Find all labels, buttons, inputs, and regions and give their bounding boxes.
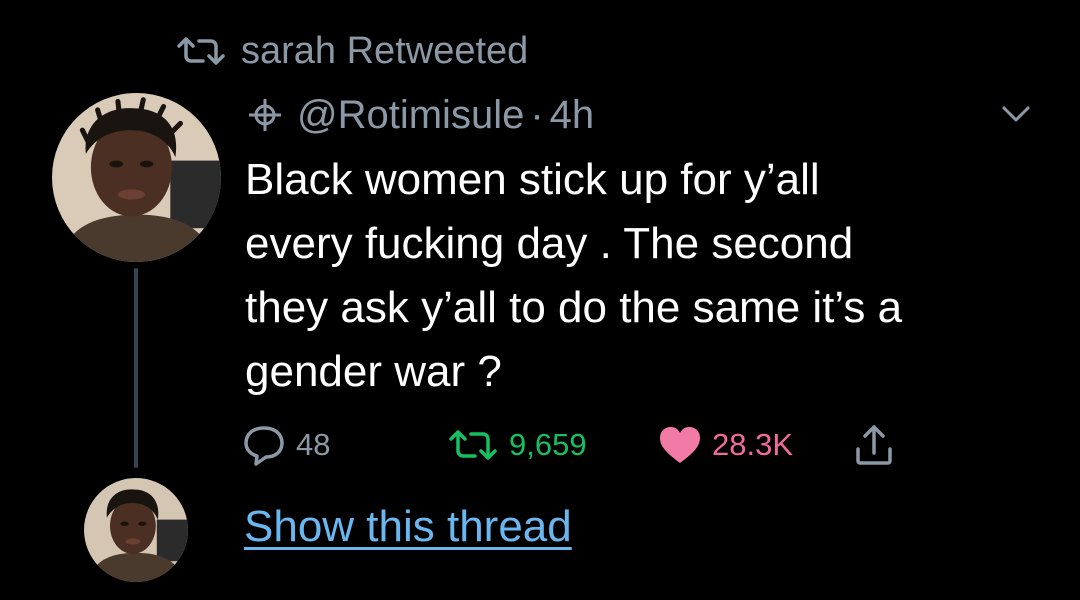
reply-icon — [244, 426, 284, 466]
crosshair-icon — [249, 99, 281, 131]
like-button[interactable]: 28.3K — [658, 420, 793, 470]
share-button[interactable] — [854, 420, 894, 470]
author-handle[interactable]: @Rotimisule — [297, 93, 524, 138]
retweeted-by-label[interactable]: sarah Retweeted — [241, 30, 528, 73]
retweet-icon — [177, 37, 225, 65]
retweet-header: sarah Retweeted — [175, 26, 528, 76]
tweet-actions: 48 9,659 28.3K — [242, 420, 942, 470]
tweet-timestamp[interactable]: 4h — [550, 93, 595, 138]
meta-separator: · — [530, 92, 544, 137]
share-icon — [856, 425, 892, 465]
profile-photo — [84, 478, 188, 582]
reply-count: 48 — [296, 427, 331, 462]
thread-connector-line — [134, 268, 138, 468]
like-count: 28.3K — [712, 427, 794, 462]
retweet-count: 9,659 — [509, 427, 587, 462]
retweet-button[interactable]: 9,659 — [447, 420, 587, 470]
tweet-meta: @Rotimisule · 4h — [247, 90, 594, 140]
thread-avatar[interactable] — [84, 478, 188, 582]
profile-photo — [52, 93, 221, 262]
heart-icon — [660, 427, 700, 463]
avatar[interactable] — [52, 93, 221, 262]
chevron-down-icon[interactable] — [1001, 104, 1031, 124]
reply-button[interactable]: 48 — [242, 420, 330, 470]
show-thread-link[interactable]: Show this thread — [244, 502, 572, 552]
tweet-text: Black women stick up for y’all every fuc… — [245, 155, 903, 396]
retweet-icon — [449, 430, 497, 460]
